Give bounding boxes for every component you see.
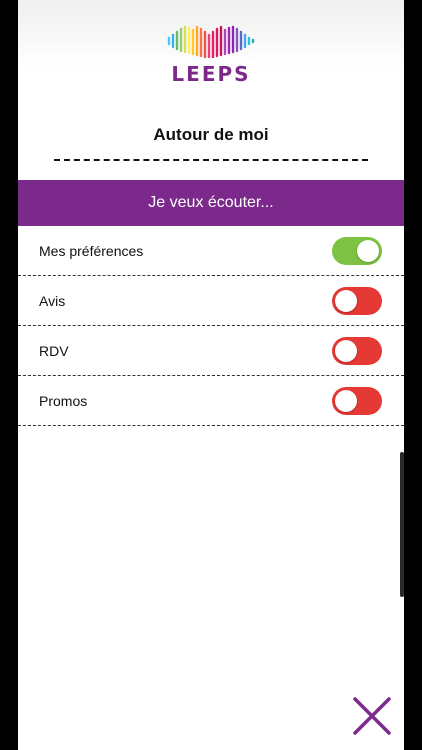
preferences-list: Mes préférences Avis RDV Promos xyxy=(18,226,404,426)
toggle-promos[interactable] xyxy=(332,386,382,415)
toggle-knob xyxy=(335,289,357,312)
list-item-label: Promos xyxy=(39,392,88,409)
toggle-avis[interactable] xyxy=(332,286,382,315)
screen: LEEPS Autour de moi Je veux écouter... M… xyxy=(18,0,404,750)
toggle-knob xyxy=(335,339,357,362)
close-icon xyxy=(353,697,391,735)
list-item-label: RDV xyxy=(39,342,69,359)
title-divider xyxy=(54,159,368,161)
device-frame-right xyxy=(404,0,422,750)
app-logo: LEEPS xyxy=(18,24,404,86)
list-item-label: Mes préférences xyxy=(39,242,144,259)
toggle-knob xyxy=(335,389,357,412)
device-frame-left xyxy=(0,0,18,750)
list-item-label: Avis xyxy=(39,292,66,309)
page-title: Autour de moi xyxy=(153,125,269,144)
toggle-knob xyxy=(357,239,379,262)
device-side-button xyxy=(400,452,404,597)
logo-text: LEEPS xyxy=(171,62,251,86)
toggle-mes-preferences[interactable] xyxy=(332,236,382,265)
list-item-mes-preferences: Mes préférences xyxy=(18,226,404,276)
section-banner: Je veux écouter... xyxy=(18,180,404,226)
toggle-rdv[interactable] xyxy=(332,336,382,365)
list-item-rdv: RDV xyxy=(18,326,404,376)
sound-wave-heart-icon xyxy=(167,25,255,58)
close-button[interactable] xyxy=(352,696,392,736)
list-item-avis: Avis xyxy=(18,276,404,326)
list-item-promos: Promos xyxy=(18,376,404,426)
